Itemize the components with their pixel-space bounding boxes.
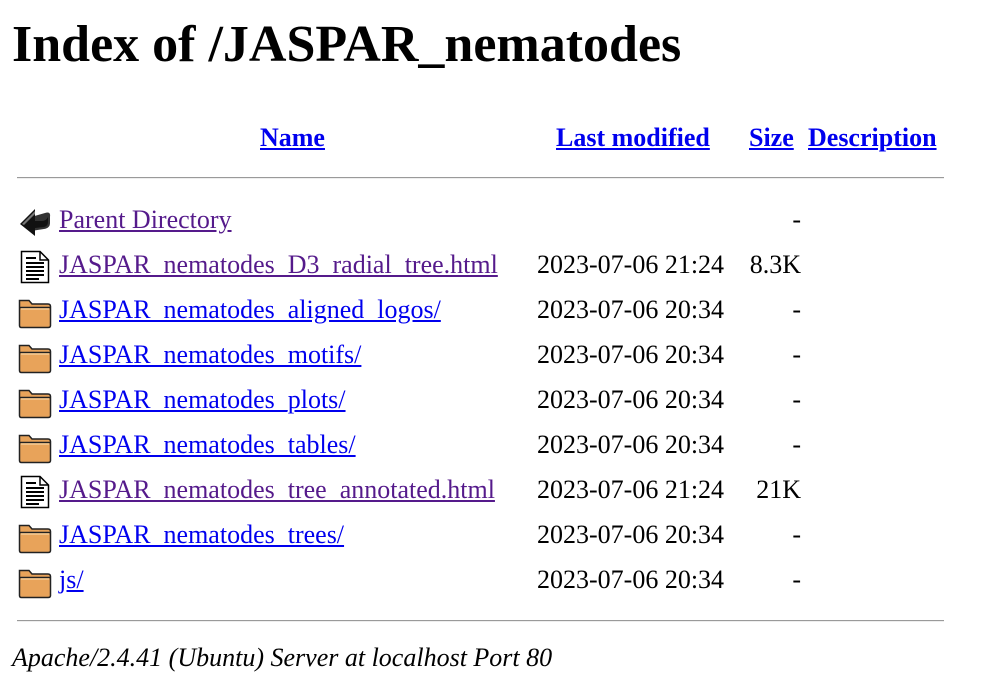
folder-icon[interactable] xyxy=(17,430,53,464)
text-file-icon[interactable] xyxy=(17,475,53,509)
folder-icon[interactable] xyxy=(17,385,53,419)
file-row: JASPAR_nematodes_aligned_logos/2023-07-0… xyxy=(0,289,1004,334)
file-link[interactable]: JASPAR_nematodes_aligned_logos/ xyxy=(59,294,441,326)
last-modified-cell: 2023-07-06 20:34 xyxy=(537,430,725,459)
last-modified-cell: 2023-07-06 20:34 xyxy=(537,385,725,414)
folder-icon[interactable] xyxy=(17,295,53,329)
sort-by-description-link[interactable]: Description xyxy=(808,122,937,154)
file-row: JASPAR_nematodes_D3_radial_tree.html 2023… xyxy=(0,244,1004,289)
sort-by-size-link[interactable]: Size xyxy=(749,122,794,154)
last-modified-cell: 2023-07-06 20:34 xyxy=(537,295,725,324)
size-cell: - xyxy=(792,340,801,369)
sort-by-last-modified-link[interactable]: Last modified xyxy=(556,122,710,154)
file-row: JASPAR_nematodes_tree_annotated.html 2023… xyxy=(0,469,1004,514)
size-cell: - xyxy=(792,295,801,324)
last-modified-cell: 2023-07-06 21:24 xyxy=(537,475,725,504)
size-cell: - xyxy=(792,520,801,549)
file-row: JASPAR_nematodes_plots/2023-07-06 20:34 - xyxy=(0,379,1004,424)
back-icon[interactable] xyxy=(17,205,53,239)
size-cell: 8.3K xyxy=(749,250,801,279)
size-cell: 21K xyxy=(756,475,801,504)
last-modified-cell: 2023-07-06 20:34 xyxy=(537,340,725,369)
file-link[interactable]: js/ xyxy=(59,564,84,596)
folder-icon[interactable] xyxy=(17,340,53,374)
last-modified-cell: 2023-07-06 21:24 xyxy=(537,250,725,279)
size-cell: - xyxy=(792,430,801,459)
last-modified-cell: 2023-07-06 20:34 xyxy=(537,565,725,594)
file-row: JASPAR_nematodes_tables/2023-07-06 20:34… xyxy=(0,424,1004,469)
file-link[interactable]: JASPAR_nematodes_tables/ xyxy=(59,429,356,461)
page-title: Index of /JASPAR_nematodes xyxy=(12,16,682,73)
file-link[interactable]: JASPAR_nematodes_plots/ xyxy=(59,384,346,416)
parent-directory-link[interactable]: Parent Directory xyxy=(59,204,232,236)
file-link[interactable]: JASPAR_nematodes_tree_annotated.html xyxy=(59,474,495,506)
server-signature: Apache/2.4.41 (Ubuntu) Server at localho… xyxy=(12,643,553,672)
size-cell: - xyxy=(792,205,801,234)
last-modified-cell: 2023-07-06 20:34 xyxy=(537,520,725,549)
file-row: JASPAR_nematodes_motifs/2023-07-06 20:34… xyxy=(0,334,1004,379)
parent-directory-row: Parent Directory - xyxy=(0,199,1004,244)
folder-icon[interactable] xyxy=(17,520,53,554)
file-row: js/2023-07-06 20:34 - xyxy=(0,559,1004,604)
size-cell: - xyxy=(792,565,801,594)
footer-divider xyxy=(17,620,944,622)
text-file-icon[interactable] xyxy=(17,250,53,284)
size-cell: - xyxy=(792,385,801,414)
file-row: JASPAR_nematodes_trees/2023-07-06 20:34 - xyxy=(0,514,1004,559)
file-link[interactable]: JASPAR_nematodes_D3_radial_tree.html xyxy=(59,249,498,281)
sort-by-name-link[interactable]: Name xyxy=(260,122,325,154)
header-divider xyxy=(17,177,944,179)
folder-icon[interactable] xyxy=(17,565,53,599)
file-link[interactable]: JASPAR_nematodes_motifs/ xyxy=(59,339,361,371)
file-link[interactable]: JASPAR_nematodes_trees/ xyxy=(59,519,344,551)
